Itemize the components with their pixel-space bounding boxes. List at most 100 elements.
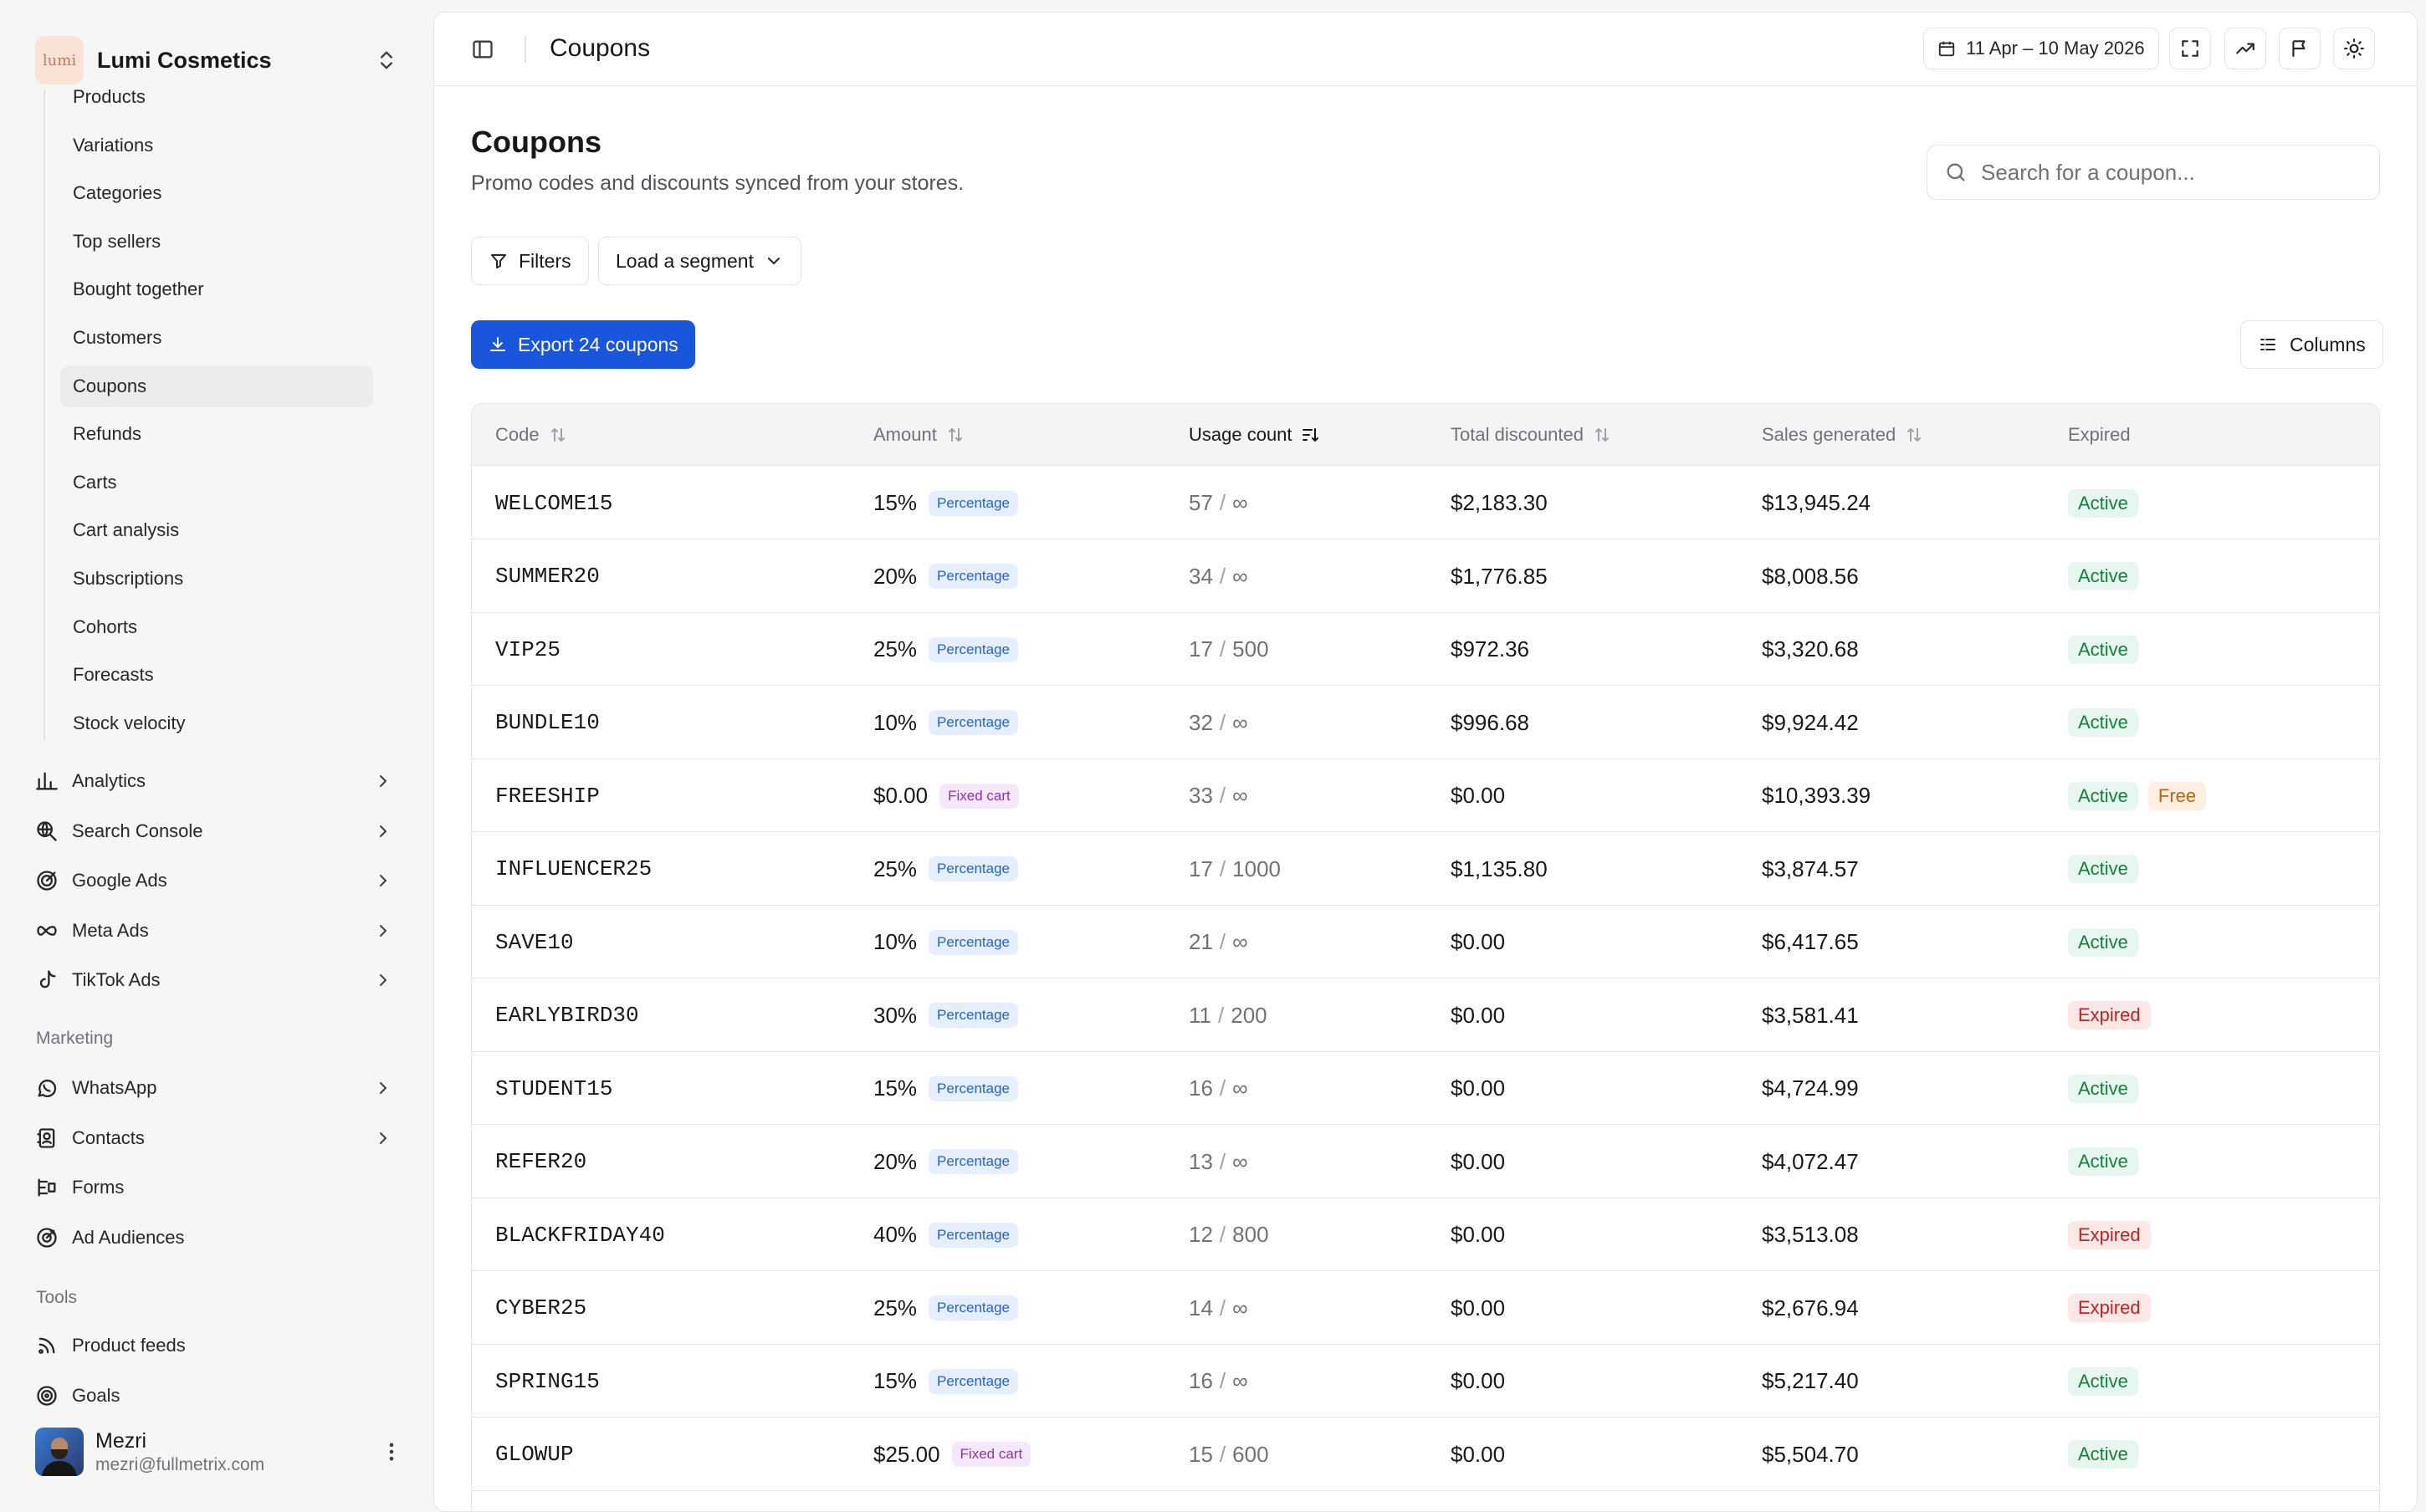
sales-generated: $2,676.94 [1762, 1295, 1859, 1320]
sidebar-item-cohorts[interactable]: Cohorts [60, 606, 373, 648]
total-discounted: $0.00 [1451, 1222, 1506, 1247]
usage-separator: / [1219, 856, 1226, 881]
table-row[interactable]: FREESHIP $0.00 Fixed cart 33/∞ $0.00 $10,393.… [472, 759, 2379, 832]
sidebar-group-search-console[interactable]: Search Console [23, 810, 402, 852]
workspace-switcher[interactable]: lumi Lumi Cosmetics [35, 35, 398, 85]
status-badge: Active [2068, 708, 2138, 737]
theme-toggle-button[interactable] [2333, 28, 2375, 69]
total-discounted: $0.00 [1451, 1295, 1506, 1320]
section-label-marketing: Marketing [36, 1029, 114, 1048]
table-row[interactable]: REFER20 20% Percentage 13/∞ $0.00 $4,072.47 Ac… [472, 1126, 2379, 1198]
sidebar-item-stock-velocity[interactable]: Stock velocity [60, 702, 373, 744]
column-header-amount[interactable]: Amount [873, 424, 965, 446]
column-header-code[interactable]: Code [495, 424, 568, 446]
coupon-amount: 25% [873, 856, 918, 881]
more-vertical-icon[interactable] [380, 1440, 403, 1463]
sidebar-item-label: Contacts [72, 1126, 145, 1148]
search-input[interactable] [1981, 159, 2349, 186]
total-discounted: $0.00 [1451, 1002, 1506, 1028]
usage-limit: ∞ [1232, 709, 1248, 735]
usage-used: 11 [1189, 1002, 1211, 1028]
sidebar-item-forms[interactable]: Forms [23, 1167, 402, 1208]
table-row[interactable]: VIP25 25% Percentage 17/500 $972.36 $3,320.68… [472, 613, 2379, 686]
table-row[interactable]: BUNDLE10 10% Percentage 32/∞ $996.68 $9,924.4… [472, 687, 2379, 759]
sidebar-item-refunds[interactable]: Refunds [60, 413, 373, 455]
usage-limit: ∞ [1232, 563, 1248, 589]
sales-generated: $3,320.68 [1762, 636, 1859, 662]
status-badge: Active [2068, 1074, 2138, 1103]
sidebar-item-bought-together[interactable]: Bought together [60, 268, 373, 310]
export-button[interactable]: Export 24 coupons [471, 320, 695, 369]
column-header-expired[interactable]: Expired [2068, 424, 2131, 446]
usage-separator: / [1219, 636, 1226, 662]
sidebar-item-carts[interactable]: Carts [60, 462, 373, 503]
chevron-right-icon [380, 1131, 386, 1144]
trends-button[interactable] [2224, 28, 2266, 69]
table-row[interactable]: SAVE10 10% Percentage 21/∞ $0.00 $6,417.65 Act… [472, 906, 2379, 978]
total-discounted: $996.68 [1451, 709, 1529, 735]
whatsapp-icon [38, 1080, 57, 1097]
sidebar-group-tiktok-ads[interactable]: TikTok Ads [23, 959, 402, 1001]
chevron-right-icon [380, 775, 386, 787]
table-row[interactable]: INFLUENCER25 25% Percentage 17/1000 $1,135.8… [472, 833, 2379, 906]
sidebar-item-forecasts[interactable]: Forecasts [60, 654, 373, 696]
sidebar-item-subscriptions[interactable]: Subscriptions [60, 558, 373, 600]
column-header-usage[interactable]: Usage count [1189, 424, 1321, 446]
load-segment-dropdown[interactable]: Load a segment [598, 237, 801, 285]
sidebar-item-coupons[interactable]: Coupons [60, 365, 373, 407]
sales-generated: $5,504.70 [1762, 1441, 1859, 1467]
sales-generated: $3,513.08 [1762, 1222, 1859, 1247]
user-profile[interactable]: Mezri mezri@fullmetrix.com [35, 1427, 403, 1477]
coupon-search[interactable] [1927, 145, 2380, 200]
usage-limit: 1000 [1232, 856, 1281, 881]
sidebar-item-goals[interactable]: Goals [23, 1375, 402, 1411]
fullscreen-button[interactable] [2169, 28, 2211, 69]
sidebar-group-meta-ads[interactable]: Meta Ads [23, 910, 402, 952]
coupon-code: GLOWUP [495, 1442, 574, 1467]
discount-type-badge: Percentage [929, 490, 1018, 516]
sidebar-item-label: Variations [73, 134, 154, 156]
table-row[interactable]: STUDENT15 15% Percentage 16/∞ $0.00 $4,724.99… [472, 1052, 2379, 1125]
sidebar-toggle-icon[interactable] [471, 38, 494, 61]
date-range-button[interactable]: 11 Apr – 10 May 2026 [1923, 28, 2159, 69]
date-range-label: 11 Apr – 10 May 2026 [1966, 38, 2145, 59]
rss-icon [38, 1337, 55, 1354]
table-row[interactable]: GLOWUP $25.00 Fixed cart 15/600 $0.00 $5,504.… [472, 1418, 2379, 1491]
header-label: Sales generated [1762, 424, 1896, 445]
usage-limit: ∞ [1232, 783, 1248, 808]
sidebar-item-customers[interactable]: Customers [60, 317, 373, 359]
sidebar-group-google-ads[interactable]: Google Ads [23, 860, 402, 902]
sidebar-item-products[interactable]: Products [60, 89, 373, 118]
table-row[interactable]: WELCOME15 15% Percentage 57/∞ $2,183.30 $13,9… [472, 467, 2379, 539]
sales-generated: $3,581.41 [1762, 1002, 1859, 1028]
sidebar-item-label: Subscriptions [73, 568, 184, 589]
sidebar-item-product-feeds[interactable]: Product feeds [23, 1325, 402, 1366]
table-row[interactable]: SUMMER20 20% Percentage 34/∞ $1,776.85 $8,008… [472, 540, 2379, 613]
status-badge: Active [2068, 927, 2138, 957]
table-row[interactable]: CYBER25 25% Percentage 14/∞ $0.00 $2,676.94 Ex… [472, 1272, 2379, 1345]
table-row[interactable]: EARLYBIRD30 30% Percentage 11 /200 $0.00 $3,58… [472, 979, 2379, 1052]
sidebar-item-top-sellers[interactable]: Top sellers [60, 221, 373, 263]
coupon-code: STUDENT15 [495, 1075, 613, 1101]
table-row[interactable]: BLACKFRIDAY40 40% Percentage 12/800 $0.00 $3,… [472, 1198, 2379, 1271]
sidebar-item-contacts[interactable]: Contacts [23, 1117, 402, 1159]
sidebar-item-categories[interactable]: Categories [60, 172, 373, 214]
discount-type-badge: Percentage [929, 856, 1018, 881]
discount-type-badge: Percentage [929, 710, 1018, 735]
sidebar-item-ad-audiences[interactable]: Ad Audiences [23, 1217, 402, 1259]
column-header-total-discounted[interactable]: Total discounted [1451, 424, 1612, 446]
column-header-sales-generated[interactable]: Sales generated [1762, 424, 1924, 446]
coupon-amount: 15% [873, 1368, 918, 1393]
sidebar-item-label: Product feeds [72, 1335, 186, 1356]
annotations-button[interactable] [2279, 28, 2321, 69]
sidebar-group-analytics[interactable]: Analytics [23, 760, 402, 802]
filters-button[interactable]: Filters [471, 237, 589, 285]
usage-separator: / [1219, 490, 1226, 515]
columns-button[interactable]: Columns [2240, 320, 2383, 369]
sidebar-item-cart-analysis[interactable]: Cart analysis [60, 509, 373, 551]
usage-used: 16 [1189, 1075, 1213, 1101]
sidebar-item-whatsapp[interactable]: WhatsApp [23, 1067, 402, 1109]
sidebar-item-variations[interactable]: Variations [60, 125, 373, 166]
usage-used: 13 [1189, 1148, 1213, 1174]
table-row[interactable]: SPRING15 15% Percentage 16/∞ $0.00 $5,217.40 A… [472, 1345, 2379, 1418]
